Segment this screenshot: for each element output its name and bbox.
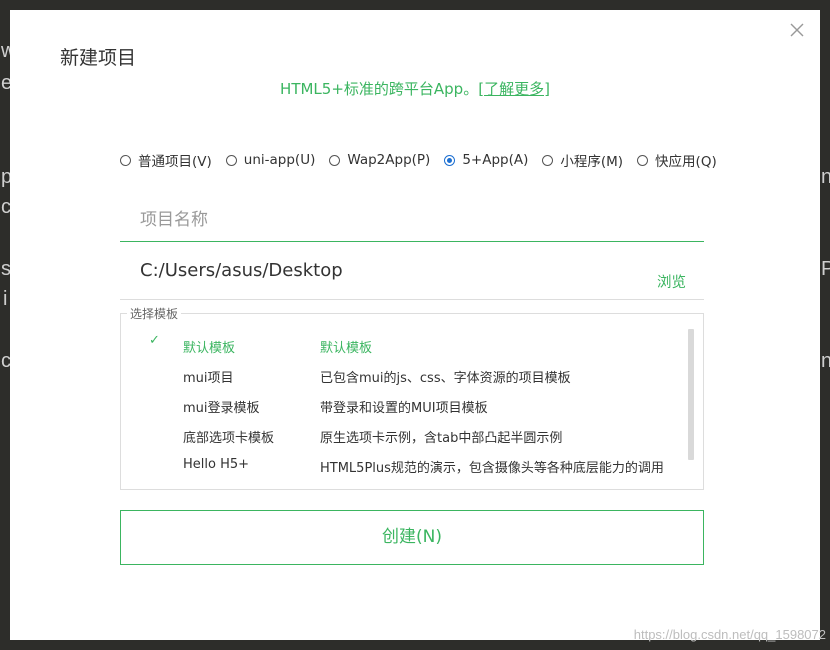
template-list: ✓ 默认模板 默认模板 mui项目 已包含mui的js、css、字体资源的项目模…: [121, 331, 691, 481]
radio-circle-icon[interactable]: [225, 154, 237, 166]
project-type-group: 普通项目(V) uni-app(U) Wap2App(P) 5+App(A) 小…: [120, 150, 731, 170]
template-row[interactable]: Hello H5+ HTML5Plus规范的演示，包含摄像头等各种底层能力的调用: [121, 451, 691, 481]
template-row[interactable]: 底部选项卡模板 原生选项卡示例，含tab中部凸起半圆示例: [121, 421, 691, 451]
template-name: Hello H5+: [183, 457, 250, 472]
create-button[interactable]: 创建(N): [120, 510, 704, 565]
radio-circle-icon[interactable]: [637, 154, 649, 166]
radio-label: 普通项目(V): [138, 154, 212, 170]
template-desc: 默认模板: [320, 341, 373, 356]
template-desc: HTML5Plus规范的演示，包含摄像头等各种底层能力的调用: [320, 461, 664, 476]
radio-circle-icon[interactable]: [329, 154, 341, 166]
template-legend: 选择模板: [127, 305, 182, 322]
dialog-title: 新建项目: [60, 47, 137, 69]
radio-label: Wap2App(P): [347, 152, 431, 168]
checkmark-icon: ✓: [149, 333, 160, 348]
template-desc: 带登录和设置的MUI项目模板: [320, 401, 488, 416]
radio-label: 小程序(M): [560, 154, 624, 170]
background-text: n: [821, 350, 830, 372]
radio-mini-program[interactable]: 小程序(M): [542, 150, 623, 170]
template-row[interactable]: mui项目 已包含mui的js、css、字体资源的项目模板: [121, 361, 691, 391]
radio-uni-app[interactable]: uni-app(U): [225, 150, 316, 170]
template-desc: 原生选项卡示例，含tab中部凸起半圆示例: [320, 431, 563, 446]
radio-label: uni-app(U): [243, 152, 316, 168]
template-desc: 已包含mui的js、css、字体资源的项目模板: [320, 371, 571, 386]
learn-more-link[interactable]: [了解更多]: [478, 80, 550, 98]
template-name: 底部选项卡模板: [183, 431, 275, 446]
template-name: mui项目: [183, 371, 234, 386]
dialog-subtitle: HTML5+标准的跨平台App。[了解更多]: [10, 78, 820, 99]
subtitle-text: HTML5+标准的跨平台App。: [280, 80, 479, 98]
radio-5plus-app[interactable]: 5+App(A): [444, 150, 528, 170]
template-scrollbar[interactable]: [688, 329, 694, 460]
project-path-field[interactable]: C:/Users/asus/Desktop 浏览: [120, 255, 704, 300]
close-icon[interactable]: [788, 21, 806, 39]
template-selector: 选择模板 ✓ 默认模板 默认模板 mui项目 已包含mui的js、css、字体资…: [120, 305, 704, 490]
project-name-input[interactable]: [120, 198, 704, 242]
radio-quick-app[interactable]: 快应用(Q): [637, 150, 717, 170]
radio-wap2app[interactable]: Wap2App(P): [329, 150, 430, 170]
browse-button[interactable]: 浏览: [657, 271, 686, 292]
radio-label: 快应用(Q): [655, 154, 717, 170]
new-project-dialog: 新建项目 HTML5+标准的跨平台App。[了解更多] 普通项目(V) uni-…: [10, 10, 820, 640]
background-text: i: [3, 288, 8, 310]
radio-circle-icon[interactable]: [120, 154, 131, 166]
background-text: P: [821, 258, 830, 280]
radio-label: 5+App(A): [462, 152, 529, 168]
template-name: mui登录模板: [183, 401, 260, 416]
watermark: https://blog.csdn.net/qq_1598072: [633, 627, 826, 642]
template-row[interactable]: mui登录模板 带登录和设置的MUI项目模板: [121, 391, 691, 421]
template-name: 默认模板: [183, 341, 236, 356]
radio-circle-icon[interactable]: [542, 154, 554, 166]
path-value[interactable]: C:/Users/asus/Desktop: [140, 260, 343, 281]
template-row[interactable]: ✓ 默认模板 默认模板: [121, 331, 691, 361]
radio-checked-icon[interactable]: [444, 154, 456, 166]
background-text: n: [821, 166, 830, 188]
radio-normal-project[interactable]: 普通项目(V): [120, 150, 212, 170]
